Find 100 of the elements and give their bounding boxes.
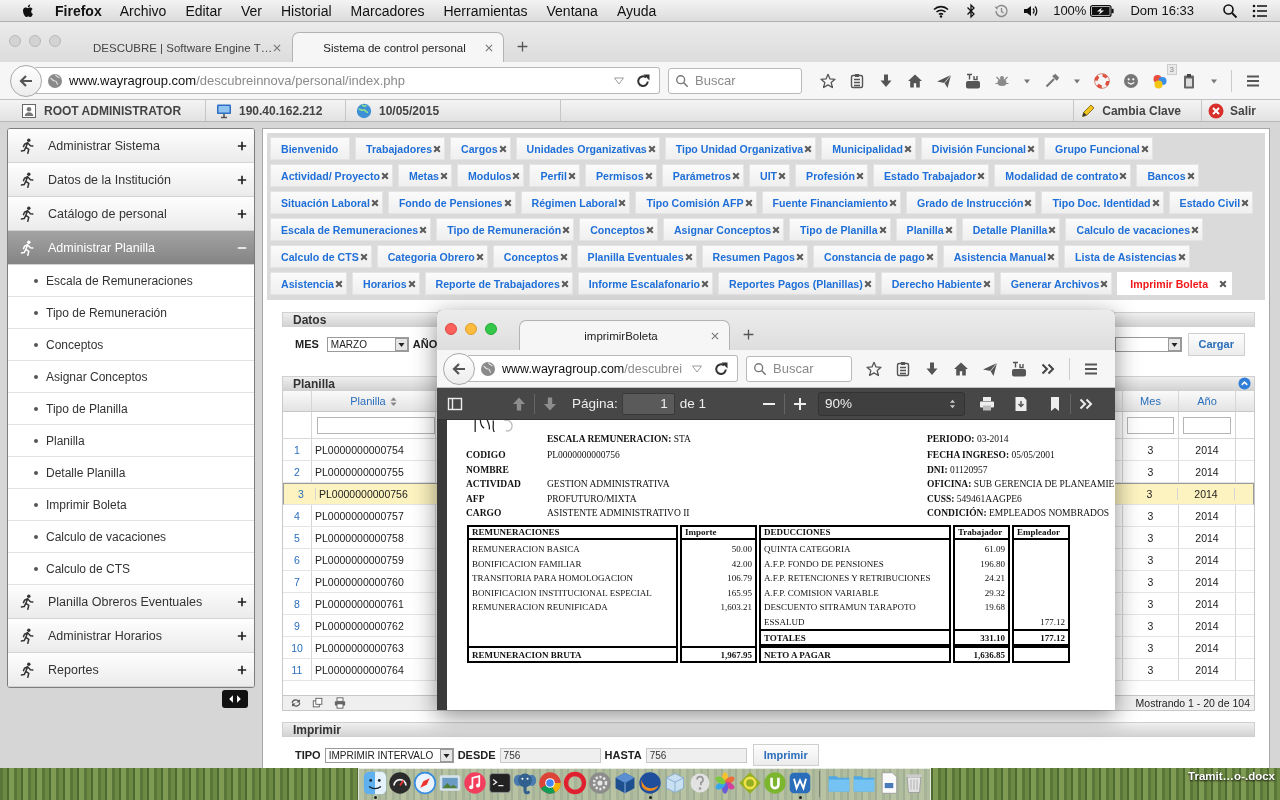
tab[interactable]: Modulos	[456, 164, 525, 187]
tab[interactable]: Municipalidad	[821, 137, 916, 160]
clock-arrow-icon[interactable]	[993, 2, 1010, 19]
tab[interactable]: Resumen Pagos	[701, 245, 808, 268]
tab[interactable]: Régimen Laboral	[520, 191, 631, 214]
up-arrow-icon[interactable]	[511, 395, 527, 412]
tab[interactable]: Tipo Doc. Identidad	[1041, 191, 1164, 214]
close-icon[interactable]	[503, 198, 512, 207]
tab[interactable]: Grupo Funcional	[1044, 137, 1153, 160]
download-icon[interactable]	[878, 72, 894, 89]
close-icon[interactable]	[732, 171, 740, 180]
sidebar-item[interactable]: Asignar Conceptos	[8, 361, 254, 393]
close-icon[interactable]	[701, 279, 710, 288]
close-icon[interactable]	[772, 225, 781, 234]
close-icon[interactable]	[484, 42, 494, 53]
close-icon[interactable]	[419, 225, 428, 234]
sidebar-item[interactable]: Imprimir Boleta	[8, 489, 254, 521]
sidebar-item[interactable]: Tipo de Planilla	[8, 393, 254, 425]
close-icon[interactable]	[1027, 144, 1036, 153]
close-icon[interactable]	[925, 252, 934, 261]
close-icon[interactable]	[1177, 252, 1186, 261]
sidebar-item[interactable]: Detalle Planilla	[8, 457, 254, 489]
download-icon[interactable]	[1013, 395, 1030, 412]
close-icon[interactable]	[796, 252, 804, 261]
input-field[interactable]: 756	[645, 747, 747, 763]
change-password-link[interactable]: Cambia Clave	[1073, 100, 1201, 121]
gear-icon[interactable]	[588, 771, 612, 795]
tab[interactable]: Perfil	[529, 164, 580, 187]
browser-tab[interactable]: DESCUBRE | Software Engine T…	[80, 32, 292, 62]
close-icon[interactable]	[272, 42, 283, 53]
close-icon[interactable]	[944, 225, 953, 234]
app-menu[interactable]: Firefox	[55, 2, 102, 19]
close-icon[interactable]	[562, 225, 571, 234]
color-dots-icon[interactable]	[1152, 72, 1168, 89]
tab[interactable]: Asistencia	[270, 272, 347, 295]
tab[interactable]: Constancia de pago	[813, 245, 938, 268]
tab[interactable]: Horarios	[352, 272, 420, 295]
globe-icon[interactable]	[638, 771, 662, 795]
tab[interactable]: Reportes Pagos (Planillas)	[718, 272, 876, 295]
reload-icon[interactable]	[713, 360, 729, 377]
menu-item[interactable]: Ventana	[546, 2, 598, 19]
tab[interactable]: Detalle Planilla	[961, 218, 1061, 241]
lifebuoy-icon[interactable]	[1094, 72, 1110, 89]
close-icon[interactable]	[512, 171, 521, 180]
logout-link[interactable]: Salir	[1201, 100, 1280, 121]
tab[interactable]: Bienvenido	[270, 137, 351, 160]
menu-item[interactable]: Ayuda	[616, 2, 657, 19]
smiley-icon[interactable]	[1123, 72, 1139, 89]
close-icon[interactable]	[1219, 279, 1228, 288]
close-icon[interactable]	[1241, 198, 1250, 207]
tab[interactable]: Derecho Habiente	[880, 272, 995, 295]
close-icon[interactable]	[778, 171, 787, 180]
tab[interactable]: Calculo de vacaciones	[1065, 218, 1204, 241]
apple-icon[interactable]	[20, 2, 36, 19]
download-icon[interactable]	[924, 360, 940, 377]
tab[interactable]: Tipo de Remuneración	[436, 218, 575, 241]
star-icon[interactable]	[820, 72, 836, 89]
tab[interactable]: Profesión	[795, 164, 868, 187]
down-arrow-icon[interactable]	[542, 395, 558, 412]
menu-item[interactable]: Ver	[240, 2, 262, 19]
menu-item[interactable]: Editar	[185, 2, 222, 19]
close-icon[interactable]	[1100, 279, 1109, 288]
browser-tab[interactable]: Sistema de control personal	[292, 32, 504, 62]
terminal-icon[interactable]	[488, 771, 512, 795]
collapse-sidebar-button[interactable]	[222, 690, 248, 708]
list-icon[interactable]	[1252, 2, 1268, 19]
filter-field[interactable]	[1183, 416, 1231, 434]
close-icon[interactable]	[878, 225, 887, 234]
close-icon[interactable]	[804, 144, 813, 153]
sidebar-toggle-icon[interactable]	[447, 395, 463, 412]
menu-item[interactable]: Marcadores	[350, 2, 425, 19]
paper-plane-icon[interactable]	[982, 360, 998, 377]
refresh-icon[interactable]	[290, 697, 302, 709]
back-button[interactable]	[443, 352, 475, 385]
url-field[interactable]: www.wayragroup.com/descubrei	[468, 355, 738, 382]
column-header[interactable]: Año	[1179, 391, 1236, 411]
tab[interactable]: Categoria Obrero	[376, 245, 488, 268]
close-icon[interactable]	[560, 279, 569, 288]
tab[interactable]: Planilla Eventuales	[576, 245, 697, 268]
sidebar-section[interactable]: Administrar Sistema	[8, 129, 254, 163]
month-dropdown[interactable]: MARZO	[326, 336, 409, 352]
menu-item[interactable]: Historial	[280, 2, 332, 19]
close-icon[interactable]	[645, 225, 654, 234]
clipboard-icon[interactable]	[1181, 72, 1197, 89]
tab[interactable]: Conceptos	[579, 218, 658, 241]
home-icon[interactable]	[907, 72, 923, 89]
filter-field[interactable]	[1127, 416, 1174, 434]
close-icon[interactable]	[744, 198, 753, 207]
load-button[interactable]: Cargar	[1187, 332, 1245, 356]
window-close-button[interactable]	[445, 323, 457, 335]
tab[interactable]: Cargos	[450, 137, 511, 160]
plus-icon[interactable]	[516, 40, 529, 53]
reading-list-icon[interactable]	[849, 72, 865, 89]
tab[interactable]: Bancos	[1136, 164, 1199, 187]
sidebar-item[interactable]: Conceptos	[8, 329, 254, 361]
close-icon[interactable]	[618, 198, 627, 207]
print-icon[interactable]	[979, 395, 996, 412]
close-icon[interactable]	[407, 279, 416, 288]
tab[interactable]: Conceptos	[492, 245, 572, 268]
elephant-icon[interactable]	[513, 771, 537, 795]
